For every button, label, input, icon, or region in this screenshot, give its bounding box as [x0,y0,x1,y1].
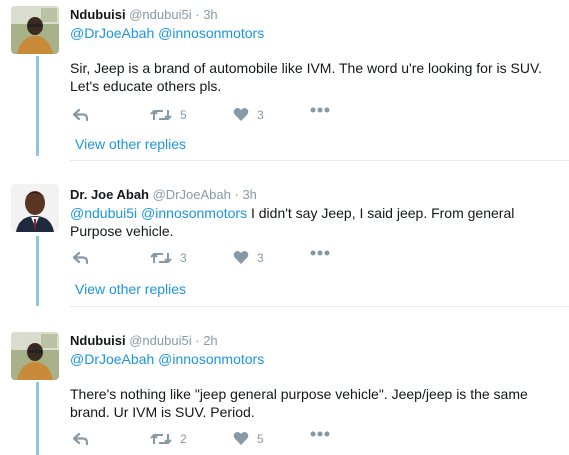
more-icon [310,431,330,437]
tweet: Ndubuisi @ndubui5i · 3h @DrJoeAbah @inno… [70,6,569,122]
avatar[interactable] [11,184,59,232]
mention-link[interactable]: @ndubui5i [70,205,137,221]
retweet-count: 2 [180,432,187,446]
retweet-icon [150,110,172,120]
retweet-button[interactable]: 5 [150,107,187,123]
retweet-button[interactable]: 2 [150,431,187,447]
thread-line [36,236,39,306]
tweet-actions: 3 3 [70,250,370,268]
user-handle[interactable]: @ndubui5i [129,333,191,348]
mention-link[interactable]: @innosonmotors [158,25,264,41]
user-handle[interactable]: @ndubui5i [129,7,191,22]
display-name[interactable]: Dr. Joe Abah [70,187,149,202]
separator-dot: · [195,7,200,22]
like-button[interactable]: 5 [233,431,264,446]
thread-line [36,382,39,455]
view-other-replies-link[interactable]: View other replies [75,281,186,297]
user-handle[interactable]: @DrJoeAbah [153,187,231,202]
reply-icon [72,108,89,122]
like-count: 3 [257,250,264,265]
more-icon [310,107,330,113]
reply-icon [72,432,89,446]
mention-link[interactable]: @DrJoeAbah [70,25,154,41]
display-name[interactable]: Ndubuisi [70,7,126,22]
tweet-header: Dr. Joe Abah @DrJoeAbah · 3h [70,186,569,203]
tweet: Ndubuisi @ndubui5i · 2h @DrJoeAbah @inno… [70,332,569,446]
tweet-actions: 2 5 [70,431,370,449]
heart-icon [233,431,249,445]
more-icon [310,250,330,256]
like-count: 3 [257,107,264,122]
mention-link[interactable]: @innosonmotors [141,205,247,221]
divider [70,160,569,161]
reply-button[interactable] [72,250,90,266]
tweet-text: @ndubui5i @innosonmotors I didn't say Je… [70,204,550,240]
thread-line [36,56,39,156]
retweet-icon [150,253,172,263]
view-other-replies-link[interactable]: View other replies [75,136,186,152]
mention-link[interactable]: @DrJoeAbah [70,351,154,367]
display-name[interactable]: Ndubuisi [70,333,126,348]
timestamp[interactable]: 3h [203,7,217,22]
reply-icon [72,251,89,265]
retweet-count: 3 [180,251,187,265]
separator-dot: · [195,333,200,348]
tweet-text-content: I didn't say Jeep, I said jeep. From gen… [70,205,515,239]
more-button[interactable] [310,431,330,437]
heart-icon [233,250,249,264]
tweet-header: Ndubuisi @ndubui5i · 3h [70,6,569,23]
tweet-actions: 5 3 [70,107,370,125]
mentions: @DrJoeAbah @innosonmotors [70,350,569,368]
retweet-button[interactable]: 3 [150,250,187,266]
tweet-header: Ndubuisi @ndubui5i · 2h [70,332,569,349]
timestamp[interactable]: 2h [203,333,217,348]
retweet-count: 5 [180,108,187,122]
reply-button[interactable] [72,107,90,123]
more-button[interactable] [310,250,330,256]
separator-dot: · [234,187,239,202]
tweet-text: There's nothing like "jeep general purpo… [70,386,528,420]
tweet: Dr. Joe Abah @DrJoeAbah · 3h @ndubui5i @… [70,186,569,265]
mentions: @DrJoeAbah @innosonmotors [70,24,569,42]
avatar[interactable] [11,332,59,380]
divider [70,306,569,307]
retweet-icon [150,434,172,444]
like-button[interactable]: 3 [233,107,264,122]
like-count: 5 [257,431,264,446]
heart-icon [233,107,249,121]
more-button[interactable] [310,107,330,113]
avatar[interactable] [11,6,59,54]
timestamp[interactable]: 3h [242,187,256,202]
reply-button[interactable] [72,431,90,447]
mention-link[interactable]: @innosonmotors [158,351,264,367]
tweet-text: Sir, Jeep is a brand of automobile like … [70,60,542,94]
like-button[interactable]: 3 [233,250,264,265]
